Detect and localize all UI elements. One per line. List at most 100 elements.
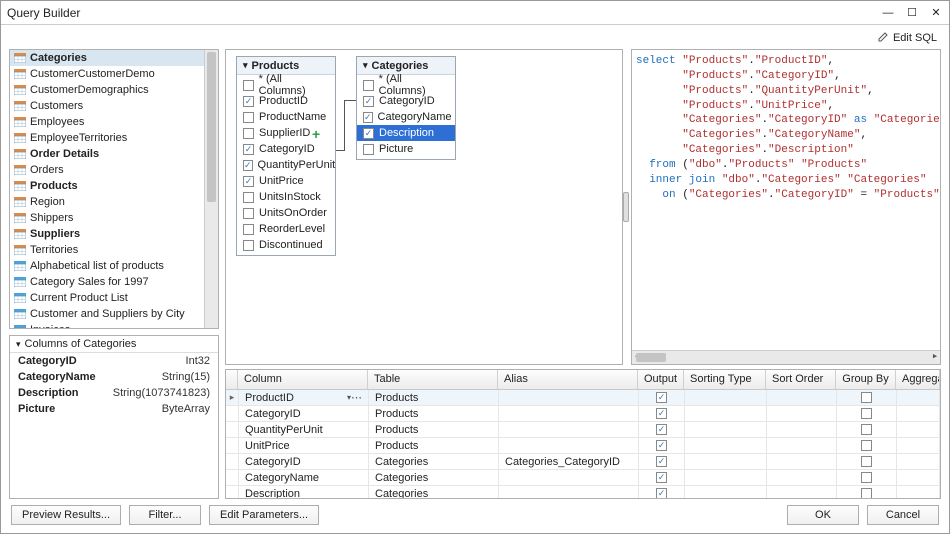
- grid-header-output[interactable]: Output: [638, 370, 684, 389]
- cell-group-by[interactable]: [837, 454, 897, 469]
- cell-aggregate[interactable]: [897, 406, 940, 421]
- cell-group-by[interactable]: [837, 406, 897, 421]
- cell-aggregate[interactable]: [897, 470, 940, 485]
- cell-table[interactable]: Products: [369, 390, 499, 405]
- field-row[interactable]: * (All Columns): [237, 77, 335, 93]
- field-row[interactable]: ✓CategoryID: [237, 141, 335, 157]
- checkbox[interactable]: ✓: [656, 408, 667, 419]
- tree-item[interactable]: EmployeeTerritories: [10, 130, 218, 146]
- cell-output[interactable]: ✓: [639, 390, 685, 405]
- field-row[interactable]: ReorderLevel: [237, 221, 335, 237]
- grid-row[interactable]: QuantityPerUnitProducts✓: [226, 422, 940, 438]
- cancel-button[interactable]: Cancel: [867, 505, 939, 525]
- grid-header-aggregate[interactable]: Aggregate: [896, 370, 940, 389]
- cell-sort-order[interactable]: [767, 390, 837, 405]
- tree-item[interactable]: Orders: [10, 162, 218, 178]
- cell-column[interactable]: Description: [239, 486, 369, 498]
- checkbox[interactable]: ✓: [656, 392, 667, 403]
- tree-item[interactable]: Suppliers: [10, 226, 218, 242]
- cell-sort-order[interactable]: [767, 422, 837, 437]
- checkbox[interactable]: [861, 472, 872, 483]
- field-row[interactable]: * (All Columns): [357, 77, 455, 93]
- checkbox[interactable]: [243, 192, 254, 203]
- grid-row[interactable]: UnitPriceProducts✓: [226, 438, 940, 454]
- cell-sorting-type[interactable]: [685, 406, 767, 421]
- cell-sorting-type[interactable]: [685, 438, 767, 453]
- cell-output[interactable]: ✓: [639, 486, 685, 498]
- tree-item[interactable]: Territories: [10, 242, 218, 258]
- tree-item[interactable]: CustomerDemographics: [10, 82, 218, 98]
- tree-item[interactable]: Alphabetical list of products: [10, 258, 218, 274]
- checkbox[interactable]: ✓: [363, 96, 374, 107]
- cell-column[interactable]: CategoryID: [239, 406, 369, 421]
- preview-results-button[interactable]: Preview Results...: [11, 505, 121, 525]
- cell-alias[interactable]: [499, 406, 639, 421]
- checkbox[interactable]: [243, 128, 254, 139]
- field-row[interactable]: ✓Description: [357, 125, 455, 141]
- checkbox[interactable]: [861, 440, 872, 451]
- table-box-products[interactable]: ▾Products * (All Columns)✓ProductIDProdu…: [236, 56, 336, 256]
- cell-alias[interactable]: [499, 438, 639, 453]
- tree-item[interactable]: Category Sales for 1997: [10, 274, 218, 290]
- tree-item[interactable]: Current Product List: [10, 290, 218, 306]
- grid-row[interactable]: CategoryNameCategories✓: [226, 470, 940, 486]
- checkbox[interactable]: ✓: [243, 144, 254, 155]
- cell-aggregate[interactable]: [897, 390, 940, 405]
- cell-alias[interactable]: [499, 390, 639, 405]
- edit-parameters-button[interactable]: Edit Parameters...: [209, 505, 319, 525]
- edit-sql-link[interactable]: Edit SQL: [878, 31, 937, 45]
- cell-output[interactable]: ✓: [639, 406, 685, 421]
- checkbox[interactable]: [363, 80, 374, 91]
- scrollbar[interactable]: [204, 50, 218, 328]
- tree-item[interactable]: Products: [10, 178, 218, 194]
- tree-item[interactable]: Customers: [10, 98, 218, 114]
- cell-table[interactable]: Categories: [369, 486, 499, 498]
- cell-sort-order[interactable]: [767, 486, 837, 498]
- checkbox[interactable]: ✓: [363, 112, 373, 123]
- tree-item[interactable]: Employees: [10, 114, 218, 130]
- cell-alias[interactable]: Categories_CategoryID: [499, 454, 639, 469]
- checkbox[interactable]: ✓: [243, 176, 254, 187]
- tree-item[interactable]: Shippers: [10, 210, 218, 226]
- checkbox[interactable]: ✓: [656, 488, 667, 498]
- chevron-down-icon[interactable]: ▾: [243, 60, 248, 71]
- checkbox[interactable]: [861, 488, 872, 498]
- checkbox[interactable]: ✓: [656, 440, 667, 451]
- minimize-button[interactable]: —: [881, 6, 895, 20]
- cell-sort-order[interactable]: [767, 406, 837, 421]
- cell-column[interactable]: CategoryID: [239, 454, 369, 469]
- ellipsis-icon[interactable]: ⋯: [351, 391, 362, 404]
- grid-row[interactable]: CategoryIDProducts✓: [226, 406, 940, 422]
- cell-sorting-type[interactable]: [685, 470, 767, 485]
- cell-aggregate[interactable]: [897, 454, 940, 469]
- checkbox[interactable]: ✓: [656, 472, 667, 483]
- checkbox[interactable]: [861, 424, 872, 435]
- grid-header-table[interactable]: Table: [368, 370, 498, 389]
- tree-item[interactable]: CustomerCustomerDemo: [10, 66, 218, 82]
- checkbox[interactable]: [861, 456, 872, 467]
- cell-group-by[interactable]: [837, 438, 897, 453]
- cell-column[interactable]: CategoryName: [239, 470, 369, 485]
- cell-group-by[interactable]: [837, 390, 897, 405]
- cell-sort-order[interactable]: [767, 470, 837, 485]
- close-button[interactable]: ✕: [929, 6, 943, 20]
- cell-sort-order[interactable]: [767, 454, 837, 469]
- field-row[interactable]: ✓CategoryName: [357, 109, 455, 125]
- cell-aggregate[interactable]: [897, 422, 940, 437]
- grid-header-group-by[interactable]: Group By: [836, 370, 896, 389]
- design-surface[interactable]: ▾Products * (All Columns)✓ProductIDProdu…: [225, 49, 623, 365]
- checkbox[interactable]: [243, 240, 254, 251]
- cell-group-by[interactable]: [837, 470, 897, 485]
- chevron-down-icon[interactable]: ▾: [16, 339, 21, 350]
- cell-column[interactable]: ProductID▾ ⋯: [239, 390, 369, 405]
- chevron-down-icon[interactable]: ▾: [363, 60, 368, 71]
- output-grid[interactable]: Column Table Alias Output Sorting Type S…: [225, 369, 941, 499]
- checkbox[interactable]: ✓: [243, 160, 253, 171]
- grid-header-sorting-type[interactable]: Sorting Type: [684, 370, 766, 389]
- checkbox[interactable]: [861, 392, 872, 403]
- tree-item[interactable]: Region: [10, 194, 218, 210]
- checkbox[interactable]: ✓: [656, 424, 667, 435]
- grid-row[interactable]: CategoryIDCategoriesCategories_CategoryI…: [226, 454, 940, 470]
- field-row[interactable]: UnitsOnOrder: [237, 205, 335, 221]
- cell-column[interactable]: QuantityPerUnit: [239, 422, 369, 437]
